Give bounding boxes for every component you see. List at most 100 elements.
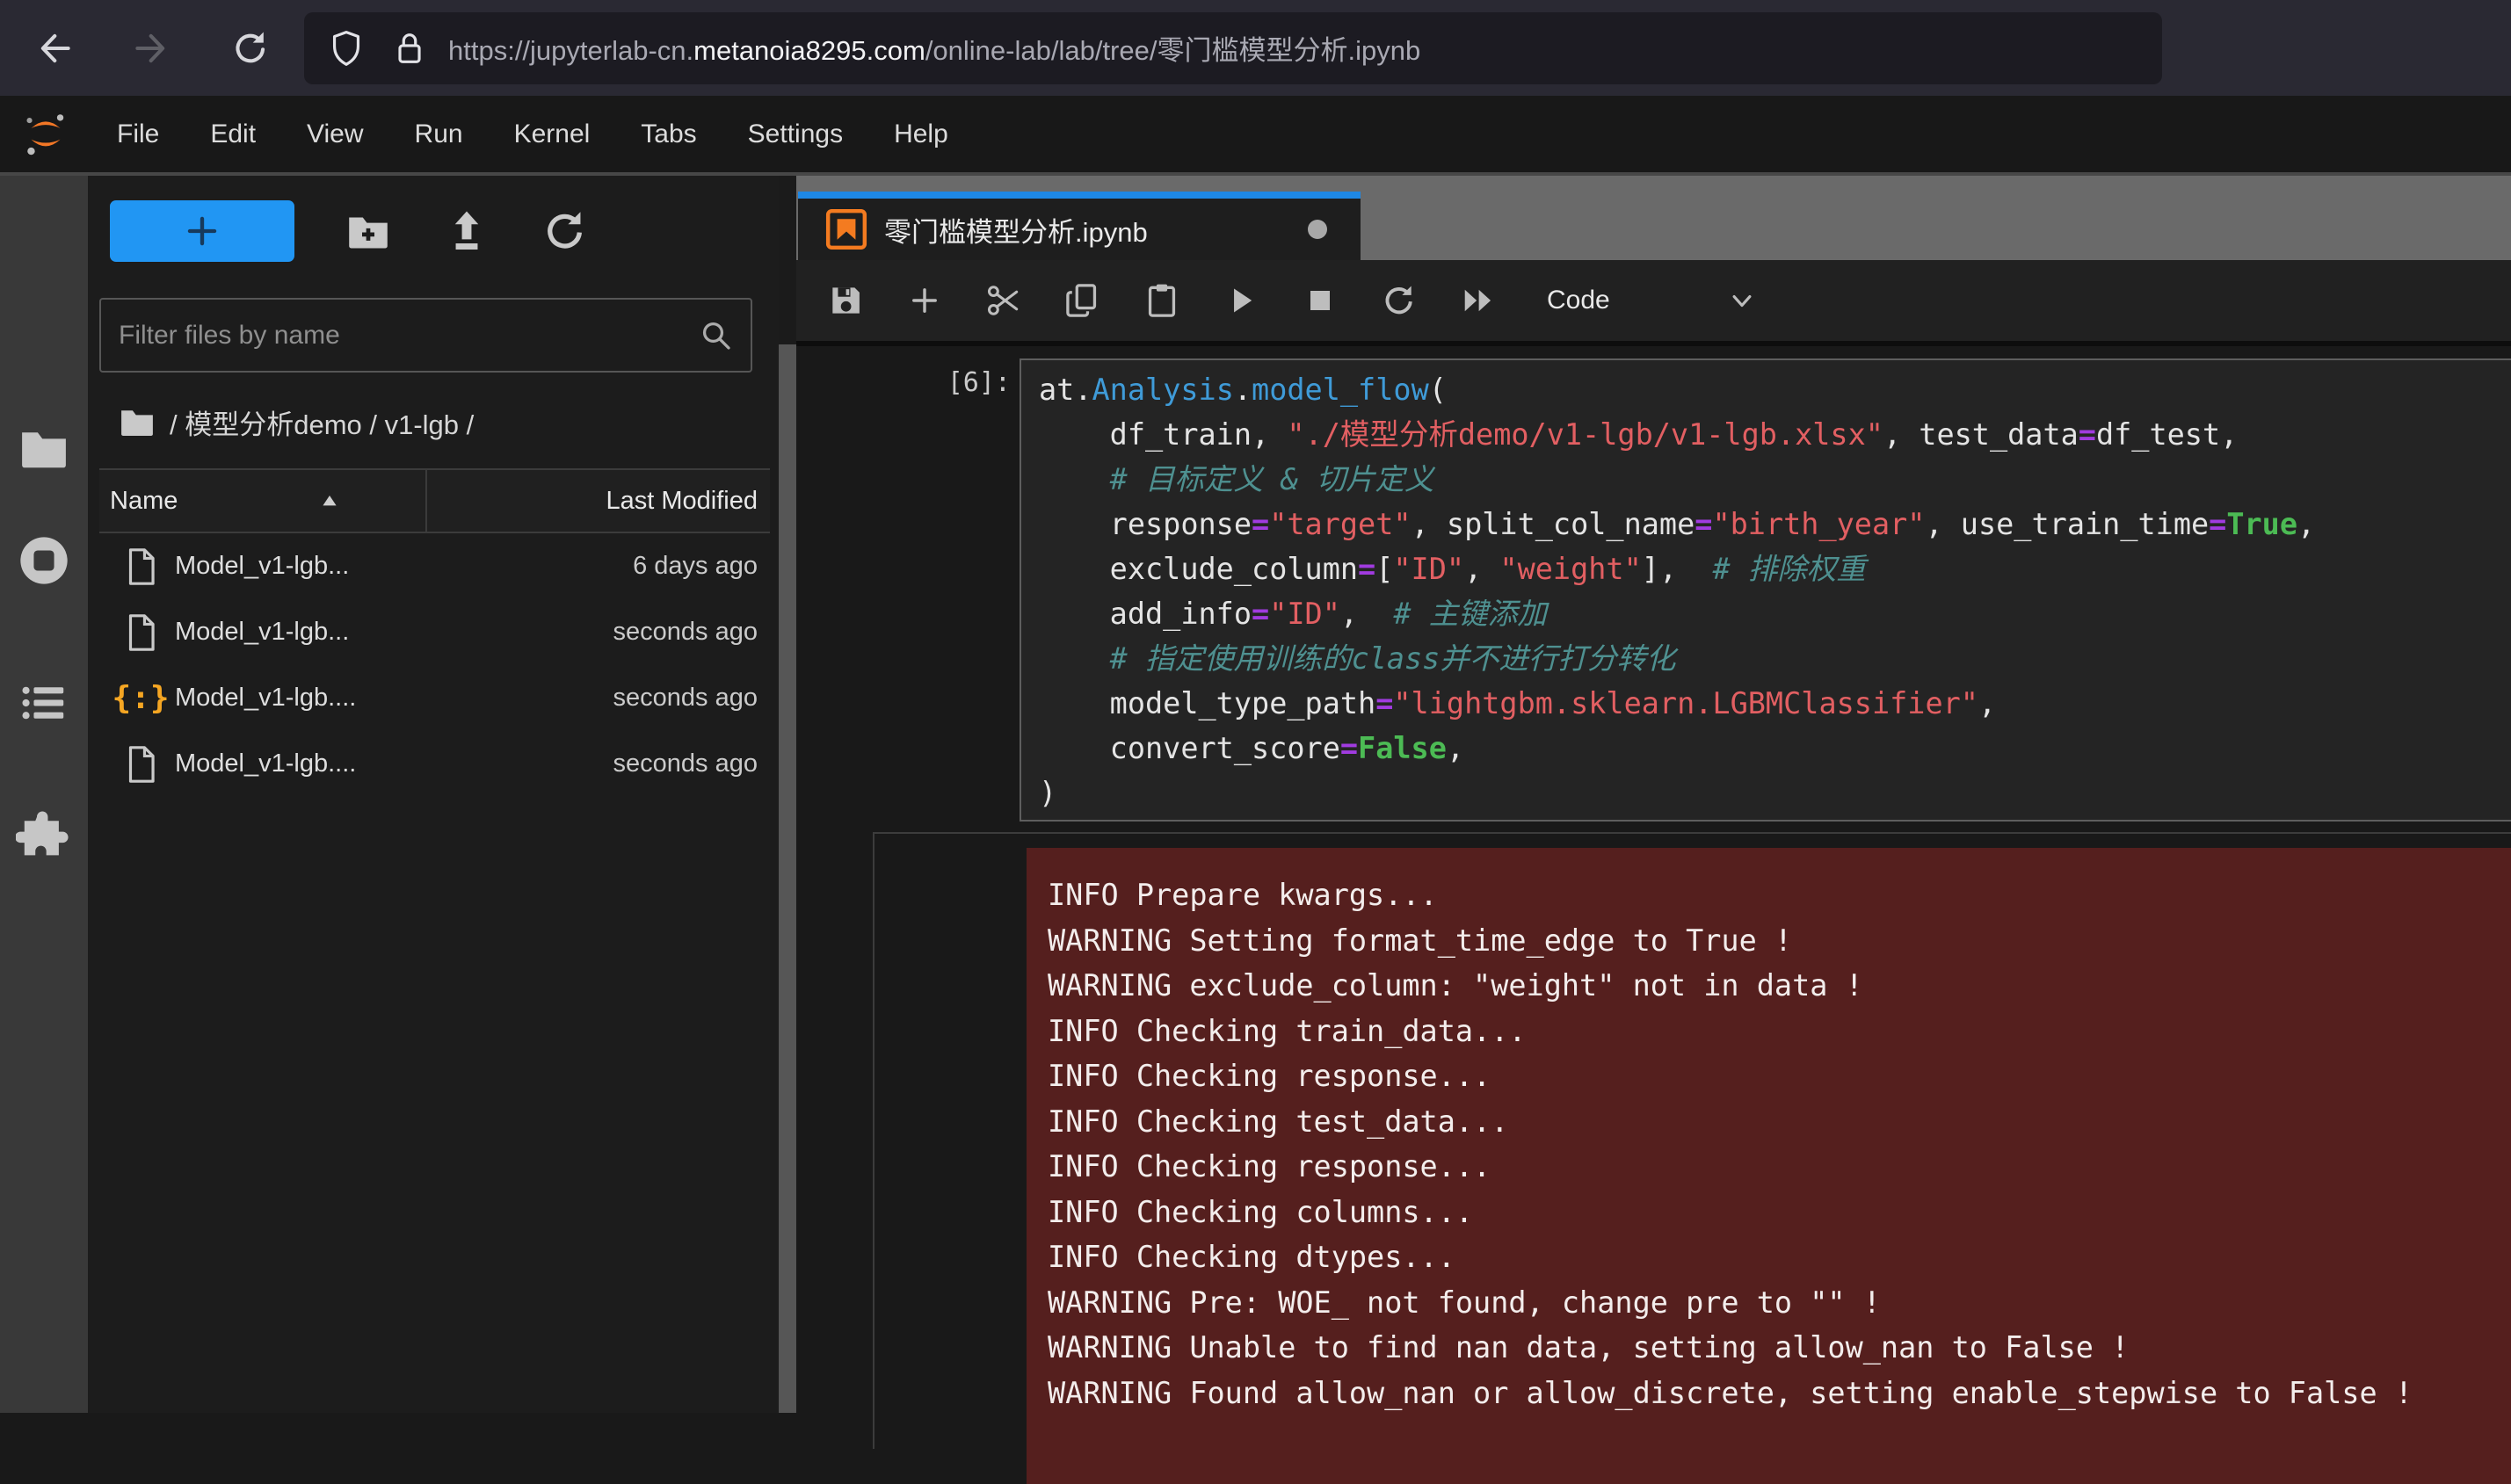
file-last-modified: 6 days ago	[633, 552, 770, 581]
unsaved-changes-dot-icon[interactable]	[1308, 220, 1327, 239]
column-header-last-modified[interactable]: Last Modified	[606, 487, 758, 516]
log-line: INFO Checking columns...	[1048, 1190, 2511, 1235]
refresh-button[interactable]	[541, 206, 590, 256]
code-line: exclude_column=["ID", "weight"], # 排除权重	[1039, 547, 2511, 591]
log-line: WARNING Found allow_nan or allow_discret…	[1048, 1371, 2511, 1416]
file-browser-panel: / 模型分析demo / v1-lgb / Name Last Modified…	[88, 176, 779, 1413]
tab-title: 零门槛模型分析.ipynb	[884, 210, 1148, 250]
back-arrow-icon[interactable]	[33, 28, 74, 69]
menu-item-file[interactable]: File	[91, 96, 185, 172]
cell-type-label: Code	[1547, 286, 1610, 315]
menu-item-kernel[interactable]: Kernel	[489, 96, 616, 172]
file-last-modified: seconds ago	[613, 618, 770, 647]
file-list-header: Name Last Modified	[99, 468, 770, 533]
sidebar-tab-extensions-icon[interactable]	[16, 808, 72, 865]
log-line: INFO Prepare kwargs...	[1048, 872, 2511, 918]
file-browser-toolbar	[88, 176, 779, 286]
folder-icon[interactable]	[117, 402, 157, 442]
panel-splitter[interactable]	[779, 176, 796, 1413]
menu-bar: FileEditViewRunKernelTabsSettingsHelp	[0, 96, 2511, 176]
log-line: WARNING Setting format_time_edge to True…	[1048, 918, 2511, 964]
breadcrumb-path[interactable]: / 模型分析demo / v1-lgb /	[170, 402, 474, 442]
breadcrumb[interactable]: / 模型分析demo / v1-lgb /	[117, 397, 474, 446]
log-line: INFO Checking train_data...	[1048, 1009, 2511, 1054]
sidebar-tab-toc-icon[interactable]	[16, 675, 72, 731]
menu-item-settings[interactable]: Settings	[722, 96, 868, 172]
browser-toolbar: https://jupyterlab-cn.metanoia8295.com/o…	[0, 0, 2511, 96]
menu-item-view[interactable]: View	[281, 96, 388, 172]
browser-nav-buttons	[0, 28, 271, 69]
jupyter-logo-icon	[0, 110, 91, 159]
file-row[interactable]: Model_v1-lgb...6 days ago	[99, 533, 770, 599]
stop-button[interactable]	[1301, 281, 1339, 320]
forward-arrow-icon[interactable]	[132, 28, 172, 69]
new-folder-button[interactable]	[344, 206, 393, 256]
url-path: /online-lab/lab/tree/零门槛模型分析.ipynb	[925, 35, 1420, 66]
sort-ascending-icon[interactable]	[318, 489, 341, 512]
add-cell-button[interactable]	[905, 281, 944, 320]
code-cell-editor[interactable]: at.Analysis.model_flow( df_train, "./模型分…	[1020, 358, 2511, 822]
sidebar-tab-running-icon[interactable]	[16, 532, 72, 589]
menu-item-run[interactable]: Run	[389, 96, 489, 172]
code-line: response="target", split_col_name="birth…	[1039, 502, 2511, 547]
file-icon	[120, 612, 161, 653]
code-line: # 目标定义 & 切片定义	[1039, 457, 2511, 502]
log-line: WARNING exclude_column: "weight" not in …	[1048, 963, 2511, 1009]
file-icon	[120, 744, 161, 785]
file-last-modified: seconds ago	[613, 749, 770, 778]
filter-files-input[interactable]	[101, 320, 698, 351]
log-line: WARNING Unable to find nan data, setting…	[1048, 1325, 2511, 1371]
log-line: INFO Checking test_data...	[1048, 1099, 2511, 1145]
menu-item-tabs[interactable]: Tabs	[615, 96, 722, 172]
file-icon	[120, 547, 161, 587]
copy-button[interactable]	[1063, 281, 1102, 320]
code-line: df_train, "./模型分析demo/v1-lgb/v1-lgb.xlsx…	[1039, 412, 2511, 457]
menu-item-edit[interactable]: Edit	[185, 96, 281, 172]
activity-bar	[0, 176, 88, 1413]
tab-bar: 零门槛模型分析.ipynb	[796, 176, 2511, 260]
file-name: Model_v1-lgb....	[175, 684, 356, 713]
filter-files-box	[99, 298, 752, 373]
panel-splitter-top	[779, 176, 796, 344]
file-row[interactable]: Model_v1-lgb.... seconds ago	[99, 731, 770, 797]
log-line: INFO Checking dtypes...	[1048, 1234, 2511, 1280]
code-line: convert_score=False,	[1039, 726, 2511, 771]
code-line: # 指定使用训练的class并不进行打分转化	[1039, 636, 2511, 681]
log-line: INFO Checking response...	[1048, 1144, 2511, 1190]
restart-button[interactable]	[1380, 281, 1419, 320]
code-line: model_type_path="lightgbm.sklearn.LGBMCl…	[1039, 681, 2511, 726]
code-line: )	[1039, 771, 2511, 815]
shield-icon[interactable]	[327, 29, 366, 68]
error-log-output: INFO Prepare kwargs...WARNING Setting fo…	[1027, 848, 2511, 1484]
run-button[interactable]	[1222, 281, 1260, 320]
sidebar-tab-files-icon[interactable]	[16, 420, 72, 476]
cut-button[interactable]	[984, 281, 1023, 320]
menu-item-help[interactable]: Help	[868, 96, 974, 172]
json-file-icon: {:}	[120, 678, 161, 719]
run-all-button[interactable]	[1459, 281, 1498, 320]
log-line: INFO Checking response...	[1048, 1053, 2511, 1099]
cell-execution-prompt: [6]:	[796, 367, 1011, 398]
file-last-modified: seconds ago	[613, 684, 770, 713]
column-header-name[interactable]: Name	[99, 487, 178, 516]
save-button[interactable]	[826, 281, 865, 320]
notebook-tab[interactable]: 零门槛模型分析.ipynb	[798, 192, 1361, 260]
main-area: 零门槛模型分析.ipynb Code [6]: at.Analysis.mode…	[796, 176, 2511, 1413]
lock-icon[interactable]	[390, 29, 429, 68]
reload-icon[interactable]	[230, 28, 271, 69]
url-bar[interactable]: https://jupyterlab-cn.metanoia8295.com/o…	[304, 12, 2162, 84]
column-separator	[425, 470, 427, 532]
chevron-down-icon	[1724, 283, 1760, 318]
file-row[interactable]: {:} Model_v1-lgb.... seconds ago	[99, 665, 770, 731]
code-line: add_info="ID", # 主键添加	[1039, 591, 2511, 636]
new-launcher-button[interactable]	[110, 200, 294, 262]
cell-type-select[interactable]: Code	[1547, 283, 1760, 318]
url-prefix: https://jupyterlab-cn.	[448, 35, 693, 66]
paste-button[interactable]	[1143, 281, 1181, 320]
upload-button[interactable]	[442, 206, 491, 256]
url-text: https://jupyterlab-cn.metanoia8295.com/o…	[448, 28, 1420, 68]
file-name: Model_v1-lgb....	[175, 749, 356, 778]
code-line: at.Analysis.model_flow(	[1039, 367, 2511, 412]
file-row[interactable]: Model_v1-lgb...seconds ago	[99, 599, 770, 665]
file-list: Model_v1-lgb...6 days agoModel_v1-lgb...…	[99, 533, 770, 797]
